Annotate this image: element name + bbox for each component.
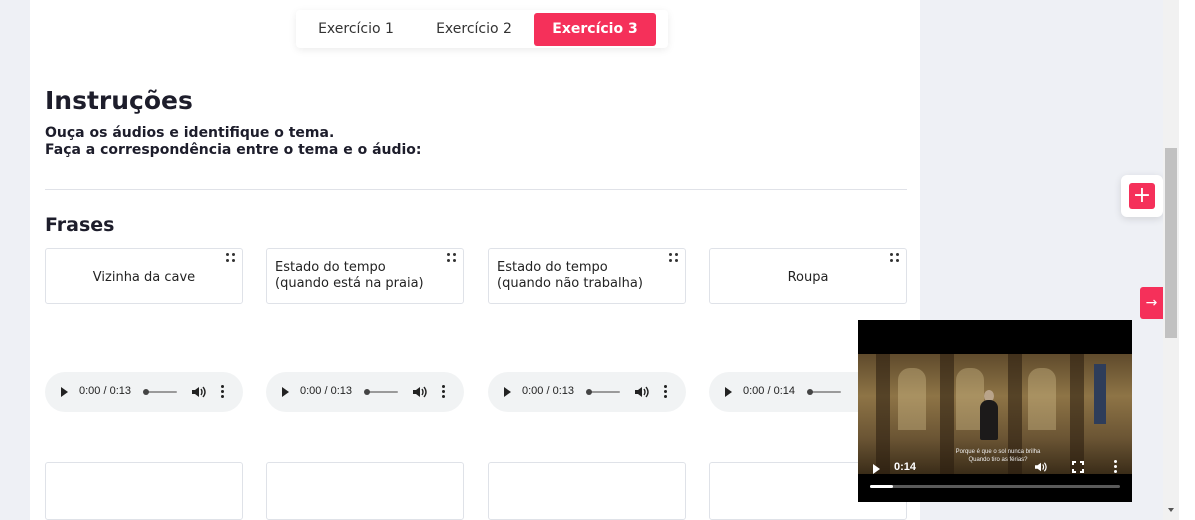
instructions-line-1: Ouça os áudios e identifique o tema. <box>45 125 335 141</box>
more-options-icon[interactable] <box>440 385 446 399</box>
more-options-icon[interactable] <box>219 385 225 399</box>
fullscreen-icon[interactable] <box>1072 461 1084 473</box>
video-time: 0:14 <box>894 461 917 473</box>
play-icon[interactable] <box>504 387 511 397</box>
phrases-title: Frases <box>45 214 115 236</box>
drop-zone-3[interactable] <box>488 462 686 520</box>
audio-seek-slider[interactable] <box>586 389 620 395</box>
audio-player-2: 0:00 / 0:13 <box>266 372 464 412</box>
drag-handle-icon[interactable] <box>890 253 900 263</box>
plus-icon: + <box>1129 183 1155 209</box>
drop-zone-1[interactable] <box>45 462 243 520</box>
arrow-right-icon: → <box>1145 295 1158 311</box>
section-divider <box>45 189 907 190</box>
more-options-icon[interactable] <box>662 385 668 399</box>
drag-handle-icon[interactable] <box>226 253 236 263</box>
phrase-card-4[interactable]: Roupa <box>709 248 907 304</box>
phrase-card-label: Estado do tempo (quando está na praia) <box>275 260 424 291</box>
volume-icon[interactable] <box>412 385 428 399</box>
video-more-options-icon[interactable] <box>1112 460 1118 474</box>
audio-player-1: 0:00 / 0:13 <box>45 372 243 412</box>
play-icon[interactable] <box>725 387 732 397</box>
add-button[interactable]: + <box>1121 175 1163 217</box>
phrase-card-2[interactable]: Estado do tempo (quando está na praia) <box>266 248 464 304</box>
page-scrollbar[interactable] <box>1163 0 1179 520</box>
drag-handle-icon[interactable] <box>669 253 679 263</box>
phrase-card-3[interactable]: Estado do tempo (quando não trabalha) <box>488 248 686 304</box>
phrase-card-label: Roupa <box>787 270 829 285</box>
audio-seek-slider[interactable] <box>364 389 398 395</box>
phrase-card-label: Vizinha da cave <box>92 270 196 285</box>
audio-time: 0:00 / 0:13 <box>522 385 574 397</box>
video-pip-player[interactable]: Porque é que o sol nunca brilha Quando t… <box>858 320 1132 502</box>
drag-handle-icon[interactable] <box>447 253 457 263</box>
phrase-card-label: Estado do tempo (quando não trabalha) <box>497 260 643 291</box>
audio-time: 0:00 / 0:13 <box>300 385 352 397</box>
video-play-icon[interactable] <box>873 464 880 474</box>
play-icon[interactable] <box>61 387 68 397</box>
audio-player-3: 0:00 / 0:13 <box>488 372 686 412</box>
volume-icon[interactable] <box>191 385 207 399</box>
volume-icon[interactable] <box>634 385 650 399</box>
drop-zone-2[interactable] <box>266 462 464 520</box>
tab-exercicio-3[interactable]: Exercício 3 <box>534 13 656 46</box>
video-subtitle-line: Quando tiro as férias? <box>968 457 1028 463</box>
audio-seek-slider[interactable] <box>143 389 177 395</box>
play-icon[interactable] <box>282 387 289 397</box>
video-progress-bar[interactable] <box>870 485 1120 488</box>
audio-time: 0:00 / 0:14 <box>743 385 795 397</box>
exercise-tabs: Exercício 1 Exercício 2 Exercício 3 <box>296 10 668 48</box>
instructions-title: Instruções <box>45 86 193 115</box>
video-volume-icon[interactable] <box>1034 461 1048 473</box>
page-left-margin <box>0 0 30 520</box>
next-arrow-button[interactable]: → <box>1140 287 1163 319</box>
video-subtitle: Porque é que o sol nunca brilha Quando t… <box>918 448 1078 464</box>
audio-seek-slider[interactable] <box>807 389 841 395</box>
tab-exercicio-1[interactable]: Exercício 1 <box>306 13 406 46</box>
video-subtitle-line: Porque é que o sol nunca brilha <box>955 449 1041 455</box>
scrollbar-thumb[interactable] <box>1165 148 1177 338</box>
page-right-margin <box>1179 0 1195 520</box>
tab-exercicio-2[interactable]: Exercício 2 <box>424 13 524 46</box>
instructions-line-2: Faça a correspondência entre o tema e o … <box>45 142 422 158</box>
phrase-card-1[interactable]: Vizinha da cave <box>45 248 243 304</box>
audio-time: 0:00 / 0:13 <box>79 385 131 397</box>
scroll-down-arrow-icon[interactable] <box>1168 508 1174 512</box>
video-progress-fill <box>870 485 893 488</box>
